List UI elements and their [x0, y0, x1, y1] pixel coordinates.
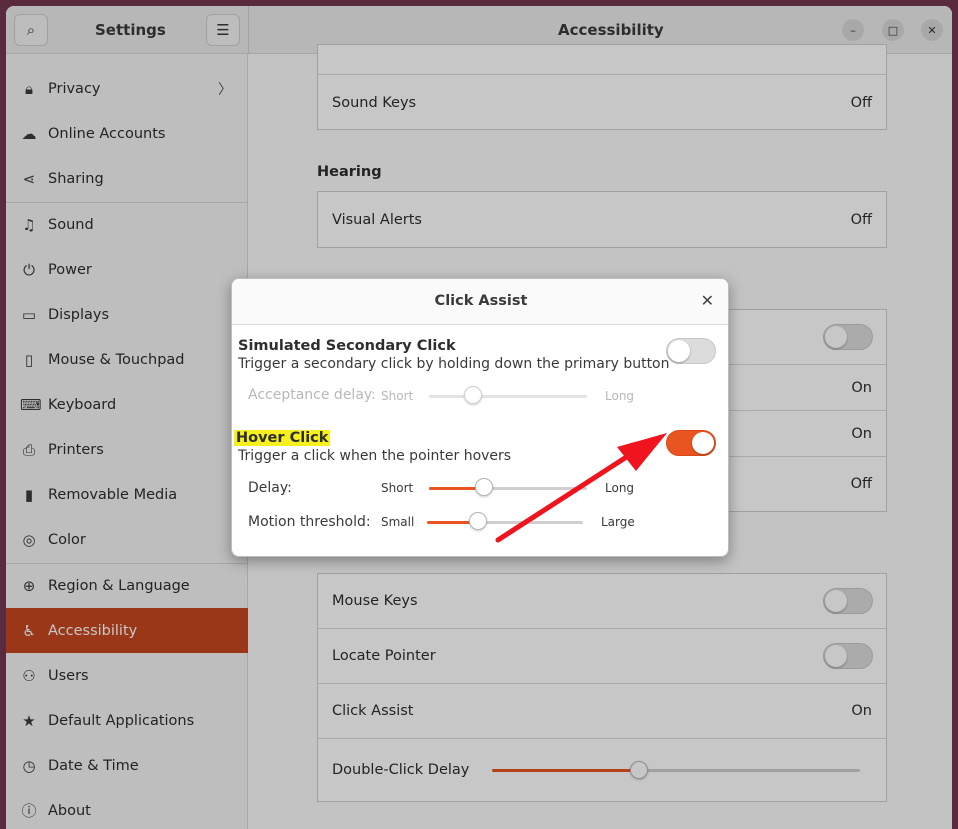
secondary-click-subtitle: Trigger a secondary click by holding dow…	[238, 356, 670, 372]
acceptance-delay-label: Acceptance delay:	[248, 387, 376, 403]
hover-delay-max: Long	[605, 481, 635, 495]
motion-threshold-label: Motion threshold:	[248, 514, 371, 530]
hover-delay-slider-thumb[interactable]	[475, 478, 494, 496]
secondary-click-switch[interactable]	[666, 338, 716, 364]
hover-delay-label: Delay:	[248, 480, 292, 496]
acceptance-delay-max: Long	[605, 389, 635, 403]
motion-threshold-max: Large	[601, 515, 635, 529]
hover-click-title: Hover Click	[234, 430, 331, 446]
hover-click-switch[interactable]	[666, 430, 716, 456]
close-icon[interactable]: ✕	[701, 291, 714, 310]
hover-click-subtitle: Trigger a click when the pointer hovers	[238, 448, 512, 464]
click-assist-dialog: Click Assist ✕ Simulated Secondary Click…	[231, 278, 729, 557]
dialog-title: Click Assist	[434, 293, 528, 309]
acceptance-delay-slider-track	[429, 395, 587, 398]
acceptance-delay-min: Short	[381, 389, 414, 403]
motion-threshold-slider-thumb[interactable]	[469, 512, 488, 530]
hover-click-title-text: Hover Click	[234, 430, 331, 446]
secondary-click-title: Simulated Secondary Click	[238, 338, 456, 354]
motion-threshold-min: Small	[381, 515, 415, 529]
hover-delay-min: Short	[381, 481, 414, 495]
acceptance-delay-slider-thumb	[464, 386, 483, 404]
dialog-header: Click Assist ✕	[232, 279, 728, 325]
